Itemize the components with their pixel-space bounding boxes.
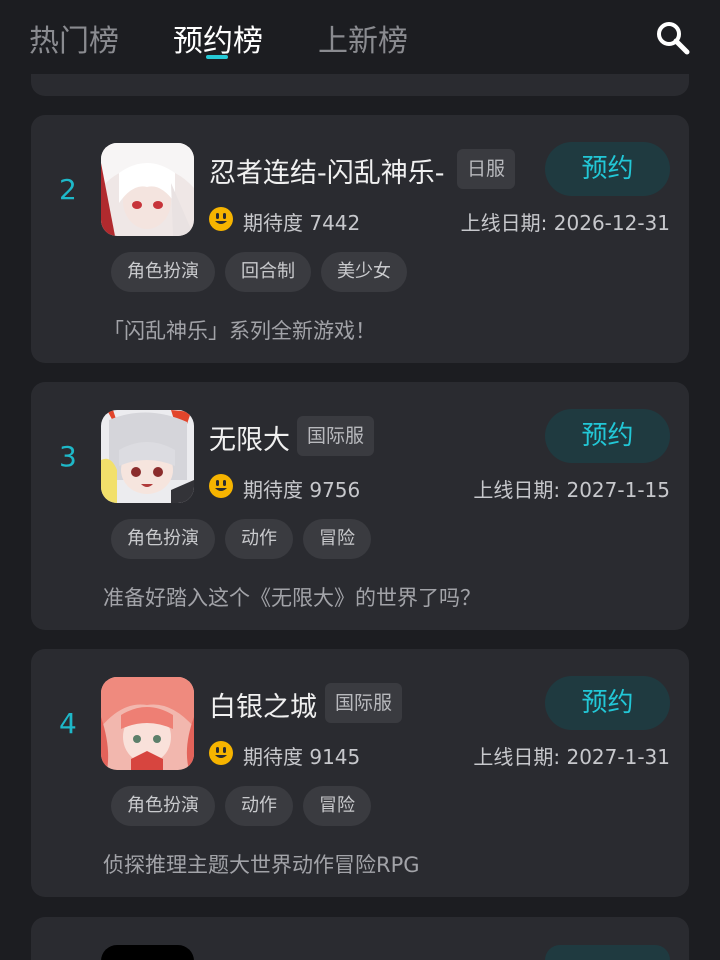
release-date: 上线日期: 2027-1-31 — [473, 745, 670, 769]
tag[interactable]: 角色扮演 — [111, 786, 215, 826]
tag-list: 角色扮演 动作 冒险 — [111, 786, 371, 826]
region-badge: 国际服 — [325, 683, 403, 723]
tag[interactable]: 动作 — [225, 519, 293, 559]
active-tab-indicator — [206, 55, 228, 59]
rank-number: 4 — [59, 707, 77, 740]
tag[interactable]: 回合制 — [225, 252, 311, 292]
reserve-button[interactable] — [545, 945, 670, 960]
rank-number: 2 — [59, 173, 77, 206]
smiley-icon — [209, 741, 233, 765]
tag[interactable]: 美少女 — [321, 252, 407, 292]
game-card-partial-top — [31, 74, 689, 96]
region-badge: 国际服 — [297, 416, 375, 456]
game-description: 侦探推理主题大世界动作冒险RPG — [103, 853, 420, 877]
reserve-button[interactable]: 预约 — [545, 142, 670, 196]
rank-number: 3 — [59, 440, 77, 473]
tag[interactable]: 冒险 — [303, 519, 371, 559]
tab-reserve[interactable]: 预约榜 — [173, 16, 263, 60]
game-icon[interactable] — [101, 410, 194, 503]
expectation-score: 期待度 9756 — [243, 478, 361, 502]
smiley-icon — [209, 207, 233, 231]
game-title[interactable]: 忍者连结-闪乱神乐- — [209, 151, 445, 190]
game-description: 「闪乱神乐」系列全新游戏！ — [103, 319, 376, 343]
game-title[interactable]: 无限大 — [209, 418, 290, 457]
game-card[interactable]: 3 无限大 国际服 预约 期待度 9756 上线日期: 2027-1-15 角色… — [31, 382, 689, 630]
tag-list: 角色扮演 动作 冒险 — [111, 519, 371, 559]
game-card[interactable]: 2 忍者连结-闪乱神乐- 日服 预约 期待度 7442 上线日期: 2026-1… — [31, 115, 689, 363]
game-card-partial-bottom[interactable] — [31, 917, 689, 960]
game-icon[interactable] — [101, 945, 194, 960]
game-description: 准备好踏入这个《无限大》的世界了吗？ — [103, 586, 481, 610]
tag[interactable]: 动作 — [225, 786, 293, 826]
game-title[interactable]: 白银之城 — [209, 685, 317, 724]
tag[interactable]: 角色扮演 — [111, 252, 215, 292]
reserve-button[interactable]: 预约 — [545, 676, 670, 730]
game-icon[interactable] — [101, 677, 194, 770]
release-date: 上线日期: 2026-12-31 — [460, 211, 670, 235]
expectation-score: 期待度 9145 — [243, 745, 361, 769]
expectation-score: 期待度 7442 — [243, 211, 361, 235]
tab-hot[interactable]: 热门榜 — [29, 16, 119, 60]
release-date: 上线日期: 2027-1-15 — [473, 478, 670, 502]
game-card[interactable]: 4 白银之城 国际服 预约 期待度 9145 上线日期: 2027-1-31 角… — [31, 649, 689, 897]
game-icon[interactable] — [101, 143, 194, 236]
tag-list: 角色扮演 回合制 美少女 — [111, 252, 407, 292]
search-icon[interactable] — [652, 18, 692, 58]
top-nav: 热门榜 预约榜 上新榜 — [0, 0, 720, 76]
region-badge: 日服 — [457, 149, 516, 189]
tab-new[interactable]: 上新榜 — [318, 16, 408, 60]
tag[interactable]: 冒险 — [303, 786, 371, 826]
smiley-icon — [209, 474, 233, 498]
tag[interactable]: 角色扮演 — [111, 519, 215, 559]
reserve-button[interactable]: 预约 — [545, 409, 670, 463]
